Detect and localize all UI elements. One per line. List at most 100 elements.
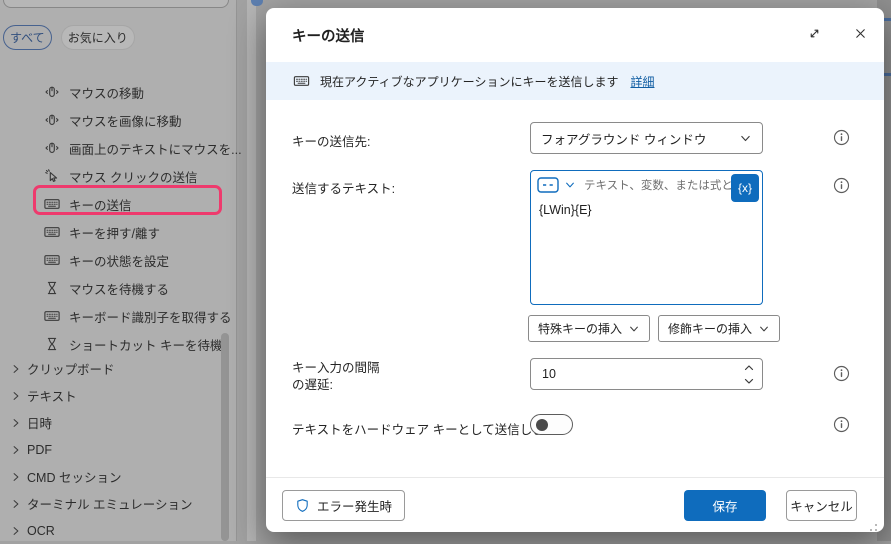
chevron-right-icon — [10, 525, 22, 537]
chevron-down-icon — [628, 323, 640, 335]
hourglass-icon — [44, 336, 60, 352]
action-item-label: キーボード識別子を取得する — [69, 307, 232, 326]
action-item-mouse-move[interactable]: マウスの移動 — [0, 78, 236, 106]
chevron-right-icon — [10, 390, 22, 402]
insert-modifier-key-button[interactable]: 修飾キーの挿入 — [658, 315, 780, 342]
chevron-up-icon — [743, 364, 755, 372]
group-label: PDF — [27, 443, 52, 457]
filter-tabs: すべて お気に入り — [3, 25, 135, 50]
close-dialog-button[interactable] — [848, 21, 872, 45]
mouse-click-icon — [44, 168, 60, 184]
group-label: テキスト — [27, 386, 77, 405]
action-item-send-keys[interactable]: キーの送信 — [0, 190, 236, 218]
info-banner: 現在アクティブなアプリケーションにキーを送信します 詳細 — [266, 62, 884, 100]
keyboard-icon — [44, 196, 60, 212]
chevron-down-icon — [758, 323, 770, 335]
spinner-up-button[interactable] — [743, 363, 755, 373]
delay-input[interactable]: 10 — [530, 358, 763, 390]
group-ocr[interactable]: OCR — [0, 517, 236, 544]
tab-all[interactable]: すべて — [3, 25, 52, 50]
dialog-title: キーの送信 — [292, 25, 365, 46]
banner-description: 現在アクティブなアプリケーションにキーを送信します — [320, 73, 618, 90]
chevron-right-icon — [10, 498, 22, 510]
action-item-label: ショートカット キーを待機 — [69, 335, 222, 354]
action-item-label: 画面上のテキストにマウスを... — [69, 139, 242, 158]
send-to-value: フォアグラウンド ウィンドウ — [541, 129, 706, 148]
action-item-mouse-to-image[interactable]: マウスを画像に移動 — [0, 106, 236, 134]
chevron-right-icon — [10, 363, 22, 375]
shield-icon — [295, 498, 310, 513]
insert-special-key-label: 特殊キーの挿入 — [538, 320, 622, 337]
dimmed-canvas-strip — [247, 0, 256, 541]
action-item-label: キーを押す/離す — [69, 223, 160, 242]
toggle-knob — [536, 419, 548, 431]
action-item-set-key-state[interactable]: キーの状態を設定 — [0, 246, 236, 274]
input-mode-chevron-icon[interactable] — [564, 179, 576, 191]
action-item-wait-for-mouse[interactable]: マウスを待機する — [0, 274, 236, 302]
actions-sidebar: すべて お気に入り マウスの移動 マウスを画像に移動 画面上のテキストにマウスを… — [0, 0, 237, 541]
expand-icon — [807, 26, 822, 41]
info-icon[interactable] — [833, 129, 850, 146]
send-to-dropdown[interactable]: フォアグラウンド ウィンドウ — [530, 122, 763, 154]
action-item-press-release-key[interactable]: キーを押す/離す — [0, 218, 236, 246]
group-label: OCR — [27, 524, 55, 538]
action-item-wait-for-shortcut[interactable]: ショートカット キーを待機 — [0, 330, 236, 358]
on-error-label: エラー発生時 — [317, 496, 392, 515]
keyboard-icon — [44, 252, 60, 268]
insert-modifier-key-label: 修飾キーの挿入 — [668, 320, 752, 337]
chevron-right-icon — [10, 471, 22, 483]
tab-favorites[interactable]: お気に入り — [61, 25, 135, 50]
action-item-get-keyboard-id[interactable]: キーボード識別子を取得する — [0, 302, 236, 330]
chevron-down-icon — [743, 377, 755, 385]
action-item-label: キーの状態を設定 — [69, 251, 169, 270]
close-icon — [853, 26, 868, 41]
insert-special-key-button[interactable]: 特殊キーの挿入 — [528, 315, 650, 342]
group-text[interactable]: テキスト — [0, 382, 236, 409]
hardware-keys-label: テキストをハードウェア キーとして送信します: — [292, 419, 561, 438]
group-cmd-session[interactable]: CMD セッション — [0, 463, 236, 490]
text-to-send-editor[interactable]: テキスト、変数、または式とし {x} {LWin}{E} — [530, 170, 763, 305]
expand-dialog-button[interactable] — [802, 21, 826, 45]
spinner-down-button[interactable] — [743, 376, 755, 386]
input-mode-icon[interactable] — [537, 177, 559, 193]
mouse-move-icon — [44, 84, 60, 100]
keyboard-icon — [44, 224, 60, 240]
background-app-fragment — [251, 0, 263, 6]
keyboard-icon — [44, 308, 60, 324]
on-error-button[interactable]: エラー発生時 — [282, 490, 405, 521]
text-to-send-value[interactable]: {LWin}{E} — [531, 193, 762, 217]
delay-label: キー入力の間隔 の遅延: — [292, 360, 380, 394]
action-item-send-mouse-click[interactable]: マウス クリックの送信 — [0, 162, 236, 190]
save-button[interactable]: 保存 — [684, 490, 766, 521]
details-link[interactable]: 詳細 — [630, 73, 654, 90]
sidebar-scrollbar-thumb[interactable] — [221, 333, 229, 541]
chevron-down-icon — [739, 132, 752, 145]
action-item-label: マウスの移動 — [69, 83, 144, 102]
text-to-send-label: 送信するテキスト: — [292, 178, 395, 197]
cancel-button[interactable]: キャンセル — [786, 490, 857, 521]
action-item-label: マウス クリックの送信 — [69, 167, 197, 186]
group-label: CMD セッション — [27, 467, 121, 486]
editor-hint: テキスト、変数、または式とし — [584, 177, 744, 193]
action-item-mouse-to-text[interactable]: 画面上のテキストにマウスを... — [0, 134, 236, 162]
info-icon[interactable] — [833, 365, 850, 382]
search-input[interactable] — [3, 0, 229, 8]
group-datetime[interactable]: 日時 — [0, 409, 236, 436]
keyboard-icon — [292, 73, 311, 89]
editor-toolbar: テキスト、変数、または式とし — [531, 171, 762, 193]
hourglass-icon — [44, 280, 60, 296]
insert-variable-button[interactable]: {x} — [731, 174, 759, 202]
action-list: マウスの移動 マウスを画像に移動 画面上のテキストにマウスを... マウス クリ… — [0, 78, 236, 358]
group-label: ターミナル エミュレーション — [27, 494, 192, 513]
hardware-keys-toggle[interactable] — [530, 414, 573, 435]
action-groups: クリップボード テキスト 日時 PDF CMD セッション ターミナル エミュレ… — [0, 355, 236, 544]
group-clipboard[interactable]: クリップボード — [0, 355, 236, 382]
mouse-move-icon — [44, 112, 60, 128]
number-spinner — [743, 363, 755, 386]
group-pdf[interactable]: PDF — [0, 436, 236, 463]
info-icon[interactable] — [833, 177, 850, 194]
resize-grip[interactable] — [875, 524, 877, 526]
info-icon[interactable] — [833, 416, 850, 433]
send-to-label: キーの送信先: — [292, 131, 370, 150]
group-terminal-emulation[interactable]: ターミナル エミュレーション — [0, 490, 236, 517]
